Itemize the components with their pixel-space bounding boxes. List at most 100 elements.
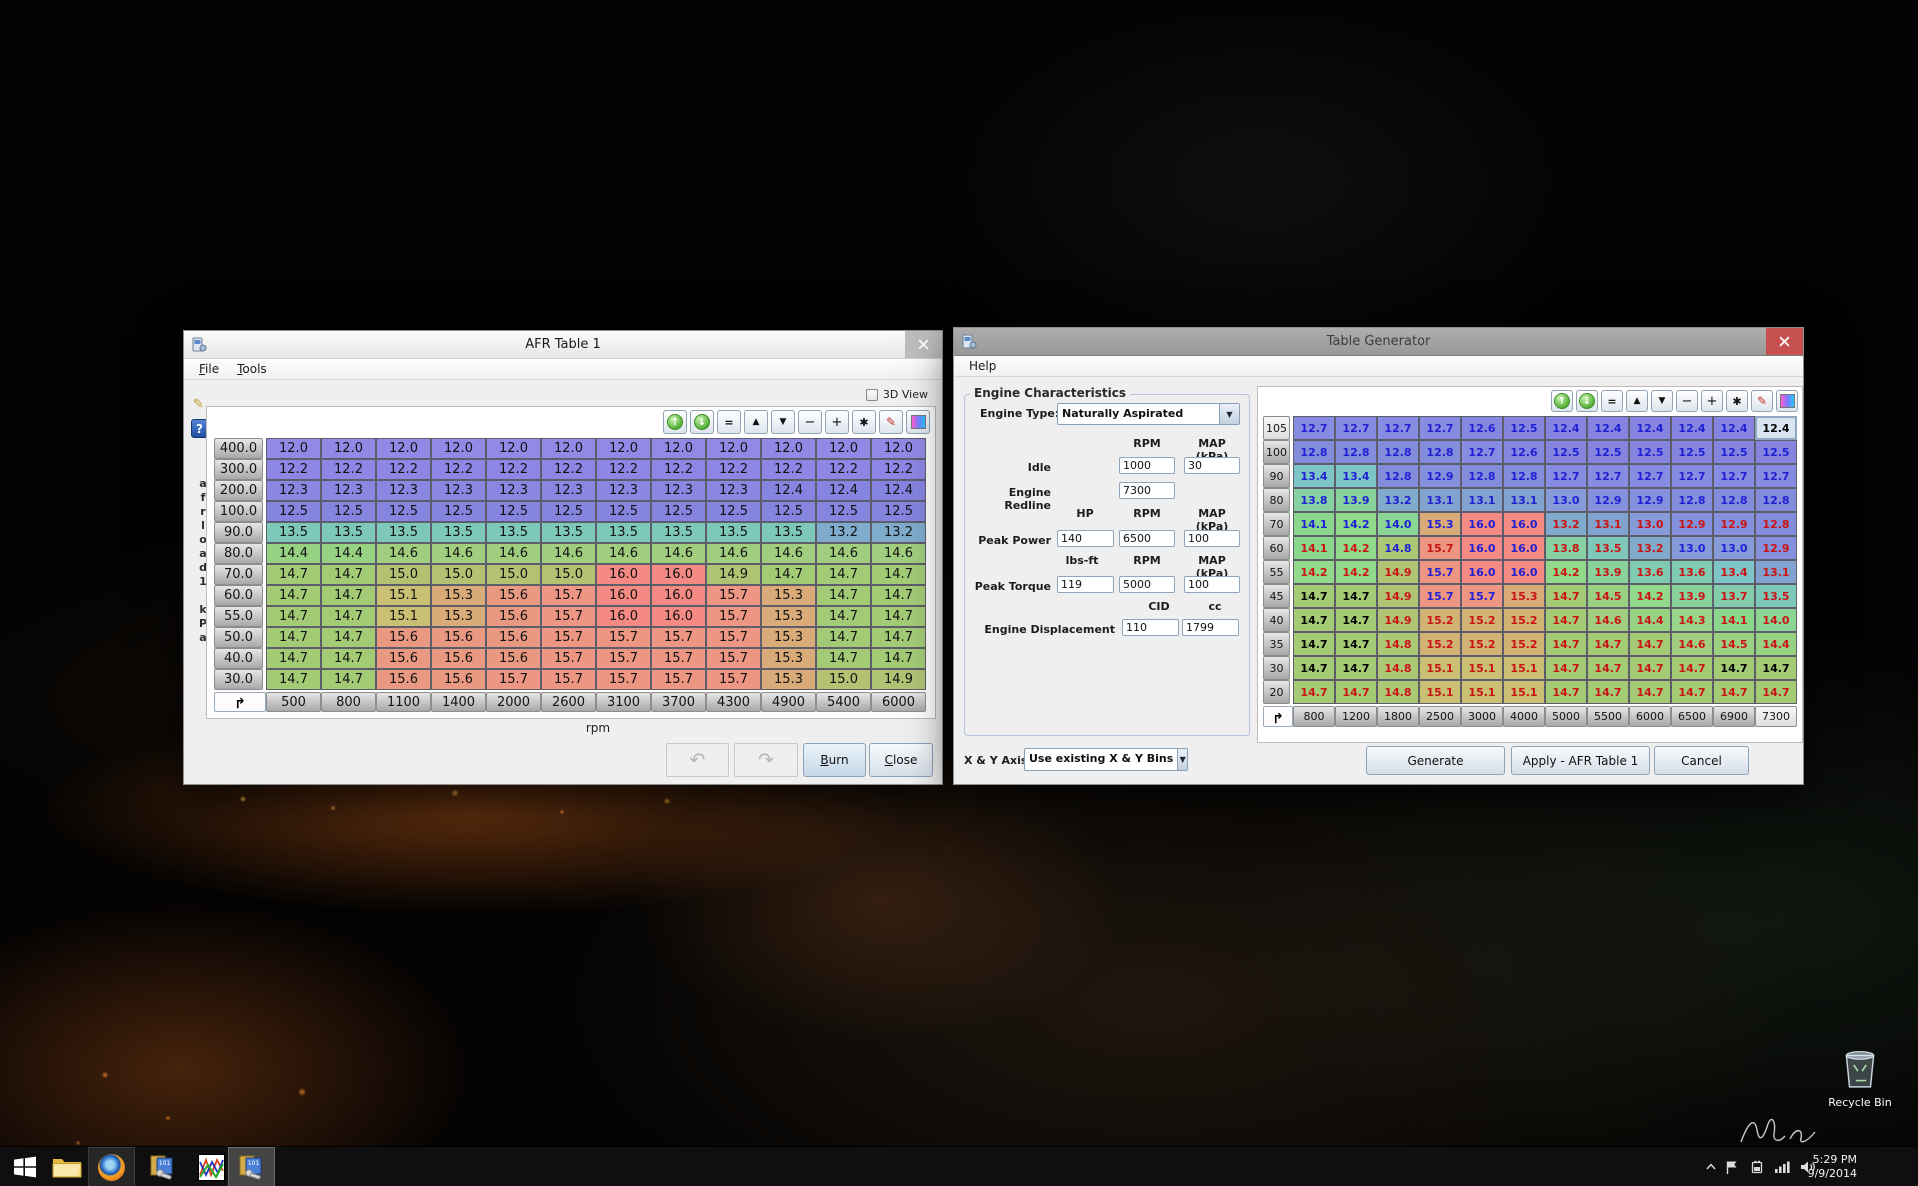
decrease-icon[interactable]: ▼ <box>771 410 795 434</box>
generator-cell[interactable]: 15.2 <box>1461 608 1503 632</box>
lower-icon[interactable]: ↓ <box>1576 390 1598 412</box>
afr-cell[interactable]: 15.3 <box>431 606 486 627</box>
generator-cell[interactable]: 16.0 <box>1503 536 1545 560</box>
x-bin-cell[interactable]: 6500 <box>1671 706 1713 727</box>
afr-cell[interactable]: 15.3 <box>761 585 816 606</box>
afr-cell[interactable]: 15.7 <box>596 627 651 648</box>
peak-torque-rpm-field[interactable] <box>1119 576 1175 593</box>
x-bin-cell[interactable]: 7300 <box>1755 706 1797 727</box>
generator-cell[interactable]: 12.6 <box>1461 416 1503 440</box>
afr-cell[interactable]: 15.7 <box>541 648 596 669</box>
afr-cell[interactable]: 14.6 <box>706 543 761 564</box>
afr-cell[interactable]: 12.0 <box>431 438 486 459</box>
afr-cell[interactable]: 14.6 <box>761 543 816 564</box>
afr-cell[interactable]: 14.7 <box>816 648 871 669</box>
generator-cell[interactable]: 12.7 <box>1755 464 1797 488</box>
generator-cell[interactable]: 12.4 <box>1629 416 1671 440</box>
afr-cell[interactable]: 13.5 <box>761 522 816 543</box>
generator-cell[interactable]: 14.7 <box>1587 680 1629 704</box>
taskbar-clock[interactable]: 5:29 PM 9/9/2014 <box>1795 1153 1857 1181</box>
afr-cell[interactable]: 15.7 <box>651 648 706 669</box>
generator-cell[interactable]: 16.0 <box>1461 512 1503 536</box>
generator-cell[interactable]: 12.5 <box>1545 440 1587 464</box>
afr-cell[interactable]: 14.7 <box>266 564 321 585</box>
afr-cell[interactable]: 15.7 <box>596 669 651 690</box>
generator-cell[interactable]: 14.2 <box>1335 512 1377 536</box>
afr-cell[interactable]: 14.4 <box>266 543 321 564</box>
afr-cell[interactable]: 14.7 <box>871 606 926 627</box>
x-bin-cell[interactable]: 4300 <box>706 692 761 712</box>
afr-cell[interactable]: 12.0 <box>816 438 871 459</box>
afr-cell[interactable]: 12.0 <box>706 438 761 459</box>
afr-cell[interactable]: 15.3 <box>761 606 816 627</box>
generator-cell[interactable]: 14.7 <box>1335 680 1377 704</box>
generator-cell[interactable]: 14.7 <box>1293 608 1335 632</box>
generator-cell[interactable]: 14.7 <box>1335 632 1377 656</box>
generator-cell[interactable]: 14.5 <box>1713 632 1755 656</box>
generator-cell[interactable]: 12.7 <box>1629 464 1671 488</box>
afr-cell[interactable]: 14.7 <box>816 606 871 627</box>
afr-cell[interactable]: 14.7 <box>871 585 926 606</box>
afr-cell[interactable]: 12.5 <box>596 501 651 522</box>
equals-icon[interactable]: = <box>717 410 741 434</box>
close-button[interactable] <box>905 331 942 358</box>
afr-cell[interactable]: 15.7 <box>706 627 761 648</box>
generator-cell[interactable]: 15.2 <box>1419 608 1461 632</box>
generate-button[interactable]: Generate <box>1366 746 1505 775</box>
afr-cell[interactable]: 14.6 <box>596 543 651 564</box>
afr-cell[interactable]: 12.3 <box>706 480 761 501</box>
afr-cell[interactable]: 12.2 <box>541 459 596 480</box>
afr-cell[interactable]: 12.2 <box>816 459 871 480</box>
afr-cell[interactable]: 14.6 <box>486 543 541 564</box>
pencil-icon[interactable]: ✎ <box>1751 390 1773 412</box>
afr-cell[interactable]: 14.7 <box>321 606 376 627</box>
generator-cell[interactable]: 12.8 <box>1419 440 1461 464</box>
generator-cell[interactable]: 13.9 <box>1671 584 1713 608</box>
generator-cell[interactable]: 14.2 <box>1335 560 1377 584</box>
generator-cell[interactable]: 14.7 <box>1671 656 1713 680</box>
afr-cell[interactable]: 15.7 <box>706 669 761 690</box>
afr-cell[interactable]: 14.7 <box>321 564 376 585</box>
generator-cell[interactable]: 14.7 <box>1545 584 1587 608</box>
afr-cell[interactable]: 12.2 <box>376 459 431 480</box>
afr-cell[interactable]: 14.7 <box>816 585 871 606</box>
generator-cell[interactable]: 12.9 <box>1419 464 1461 488</box>
afr-cell[interactable]: 12.3 <box>431 480 486 501</box>
afr-cell[interactable]: 15.6 <box>376 669 431 690</box>
afr-cell[interactable]: 14.6 <box>541 543 596 564</box>
generator-cell[interactable]: 12.8 <box>1461 464 1503 488</box>
afr-cell[interactable]: 15.6 <box>486 606 541 627</box>
y-bin-cell[interactable]: 90.0 <box>214 522 263 543</box>
afr-cell[interactable]: 13.2 <box>871 522 926 543</box>
afr-cell[interactable]: 12.3 <box>486 480 541 501</box>
afr-cell[interactable]: 12.0 <box>321 438 376 459</box>
generator-cell[interactable]: 15.1 <box>1419 656 1461 680</box>
afr-cell[interactable]: 14.7 <box>321 669 376 690</box>
generator-cell[interactable]: 14.3 <box>1671 608 1713 632</box>
generator-cell[interactable]: 13.2 <box>1545 512 1587 536</box>
afr-cell[interactable]: 12.4 <box>761 480 816 501</box>
generator-cell[interactable]: 13.5 <box>1587 536 1629 560</box>
afr-cell[interactable]: 14.7 <box>816 564 871 585</box>
displacement-cid-field[interactable] <box>1122 619 1179 636</box>
afr-cell[interactable]: 15.6 <box>376 648 431 669</box>
redline-rpm-field[interactable] <box>1119 482 1175 499</box>
x-bin-cell[interactable]: 3000 <box>1461 706 1503 727</box>
generator-cell[interactable]: 12.7 <box>1377 416 1419 440</box>
afr-cell[interactable]: 16.0 <box>596 606 651 627</box>
afr-cell[interactable]: 15.0 <box>816 669 871 690</box>
afr-cell[interactable]: 16.0 <box>651 585 706 606</box>
generator-cell[interactable]: 15.3 <box>1419 512 1461 536</box>
increase-icon[interactable]: ▲ <box>1626 390 1648 412</box>
x-bin-cell[interactable]: 6000 <box>871 692 926 712</box>
lower-icon[interactable]: ↓ <box>690 410 714 434</box>
y-bin-cell[interactable]: 55.0 <box>214 606 263 627</box>
afr-cell[interactable]: 12.2 <box>761 459 816 480</box>
axis-corner-button[interactable]: ↳ <box>214 692 266 712</box>
generator-cell[interactable]: 12.8 <box>1377 440 1419 464</box>
taskbar-firefox[interactable] <box>88 1147 135 1186</box>
power-battery-icon[interactable] <box>1748 1160 1765 1174</box>
generator-cell[interactable]: 15.1 <box>1503 680 1545 704</box>
generator-cell[interactable]: 15.1 <box>1419 680 1461 704</box>
network-signal-icon[interactable] <box>1774 1160 1791 1174</box>
